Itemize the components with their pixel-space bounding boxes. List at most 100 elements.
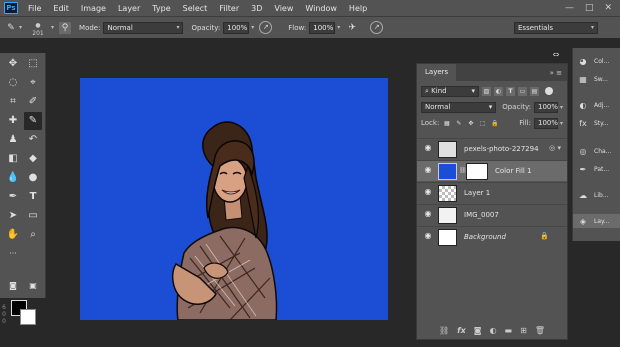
- dock-styles[interactable]: fx Sty...: [573, 116, 620, 130]
- panel-menu-icon[interactable]: » ≡: [550, 69, 567, 77]
- screen-mode-icon[interactable]: ▣: [24, 277, 42, 295]
- eraser-tool-icon[interactable]: ◧: [4, 150, 22, 168]
- new-group-icon[interactable]: ▬: [505, 326, 513, 335]
- swap-colors-icon[interactable]: [2, 184, 14, 196]
- mode-select[interactable]: Normal ▾: [103, 21, 184, 34]
- new-layer-icon[interactable]: ⊞: [520, 326, 527, 335]
- fx-icon[interactable]: fx: [457, 326, 466, 335]
- menu-filter[interactable]: Filter: [213, 4, 245, 13]
- brush-panel-toggle-icon[interactable]: ⚲: [59, 21, 72, 34]
- type-tool-icon[interactable]: T: [24, 188, 42, 206]
- new-adjustment-icon[interactable]: ◐: [490, 326, 497, 335]
- brush-tool-icon[interactable]: ✎: [24, 112, 42, 130]
- lasso-tool-icon[interactable]: ◌: [4, 74, 22, 92]
- layer-mask-thumbnail[interactable]: [466, 163, 488, 180]
- marquee-tool-icon[interactable]: ⬚: [24, 55, 42, 73]
- opacity-caret-icon[interactable]: ▾: [560, 104, 563, 111]
- menu-help[interactable]: Help: [343, 4, 373, 13]
- clone-stamp-tool-icon[interactable]: ♟: [4, 131, 22, 149]
- layer-row-layer1[interactable]: ◉ Layer 1: [417, 182, 567, 203]
- brush-tool-icon[interactable]: ✎: [5, 22, 17, 34]
- eye-icon[interactable]: ◉: [423, 209, 433, 219]
- menu-3d[interactable]: 3D: [245, 4, 268, 13]
- hand-tool-icon[interactable]: ✋: [4, 226, 22, 244]
- airbrush-icon[interactable]: ✈: [346, 22, 358, 34]
- filter-adjustment-icon[interactable]: ◐: [494, 86, 503, 96]
- eye-icon[interactable]: ◉: [423, 187, 433, 197]
- tab-layers[interactable]: Layers: [417, 64, 457, 81]
- collapse-strip[interactable]: ⇔: [544, 48, 568, 62]
- layer-row-img0007[interactable]: ◉ IMG_0007: [417, 204, 567, 225]
- menu-edit[interactable]: Edit: [47, 4, 75, 13]
- dock-swatches[interactable]: ▦ Sw...: [573, 72, 620, 86]
- opacity-field[interactable]: 100%: [223, 21, 250, 34]
- lock-artboard-icon[interactable]: ⬚: [478, 119, 487, 128]
- eye-icon[interactable]: ◉: [423, 231, 433, 241]
- flow-slider-caret-icon[interactable]: ▾: [337, 24, 340, 31]
- menu-image[interactable]: Image: [75, 4, 112, 13]
- close-button[interactable]: ✕: [604, 3, 612, 13]
- filter-toggle-icon[interactable]: [545, 87, 553, 95]
- tool-preset-caret-icon[interactable]: ▾: [19, 24, 22, 31]
- maximize-button[interactable]: □: [585, 3, 594, 13]
- filter-type-icon[interactable]: T: [506, 86, 515, 96]
- move-tool-icon[interactable]: ✥: [4, 55, 22, 73]
- layer-row-pexels[interactable]: ◉ pexels-photo-227294 ◎ ▾: [417, 138, 567, 159]
- dock-channels[interactable]: ◎ Cha...: [573, 144, 620, 158]
- minimize-button[interactable]: —: [565, 3, 574, 13]
- lock-all-icon[interactable]: 🔒: [490, 119, 499, 128]
- brush-preset-caret-icon[interactable]: ▾: [51, 24, 54, 31]
- brush-preset-picker[interactable]: ● 201: [27, 22, 49, 37]
- add-mask-icon[interactable]: ◙: [474, 326, 482, 335]
- dock-paths[interactable]: ✒ Pat...: [573, 162, 620, 176]
- menu-window[interactable]: Window: [299, 4, 343, 13]
- opacity-slider-caret-icon[interactable]: ▾: [251, 24, 254, 31]
- filter-smart-object-icon[interactable]: ▤: [530, 86, 539, 96]
- crop-tool-icon[interactable]: ⌗: [4, 93, 22, 111]
- canvas[interactable]: [80, 78, 388, 320]
- layer-effects-icon[interactable]: ◎ ▾: [549, 144, 561, 152]
- lock-image-icon[interactable]: ✎: [454, 119, 463, 128]
- dock-layers[interactable]: ◈ Lay...: [573, 214, 620, 228]
- eye-icon[interactable]: ◉: [423, 165, 433, 175]
- color-fill-swatch[interactable]: [438, 163, 457, 180]
- zoom-tool-icon[interactable]: ⌕: [24, 226, 42, 244]
- path-selection-tool-icon[interactable]: ➤: [4, 207, 22, 225]
- quick-mask-icon[interactable]: ◙: [4, 277, 22, 295]
- quick-select-tool-icon[interactable]: ⌖: [24, 74, 42, 92]
- layer-row-background[interactable]: ◉ Background 🔒: [417, 226, 567, 247]
- healing-brush-tool-icon[interactable]: ✚: [4, 112, 22, 130]
- dodge-tool-icon[interactable]: ●: [24, 169, 42, 187]
- filter-kind-select[interactable]: ⌕ Kind ▾: [421, 85, 479, 97]
- trash-icon[interactable]: 🗑: [535, 326, 545, 335]
- paint-bucket-tool-icon[interactable]: ◆: [24, 150, 42, 168]
- menu-view[interactable]: View: [268, 4, 299, 13]
- link-layers-icon[interactable]: ⛓: [439, 326, 449, 335]
- menu-select[interactable]: Select: [177, 4, 214, 13]
- pressure-size-icon[interactable]: ↗: [370, 21, 384, 34]
- dock-libraries[interactable]: ☁ Lib...: [573, 188, 620, 202]
- workspace-select[interactable]: Essentials ▾: [514, 21, 598, 34]
- lock-position-icon[interactable]: ✥: [466, 119, 475, 128]
- fill-field[interactable]: 100%: [533, 117, 558, 129]
- layer-row-color-fill[interactable]: ◉ ⛓ Color Fill 1: [417, 160, 567, 181]
- filter-shape-icon[interactable]: ▭: [518, 86, 527, 96]
- menu-type[interactable]: Type: [146, 4, 176, 13]
- flow-field[interactable]: 100%: [309, 21, 336, 34]
- lock-transparent-icon[interactable]: ▦: [442, 119, 451, 128]
- background-color-swatch[interactable]: [20, 309, 36, 325]
- menu-layer[interactable]: Layer: [112, 4, 146, 13]
- pressure-opacity-icon[interactable]: ↗: [259, 21, 273, 34]
- blend-mode-select[interactable]: Normal ▾: [421, 101, 497, 113]
- eye-icon[interactable]: ◉: [423, 143, 433, 153]
- layer-opacity-field[interactable]: 100%: [533, 101, 558, 113]
- dock-adjustments[interactable]: ◐ Adj...: [573, 98, 620, 112]
- dock-color[interactable]: ◕ Col...: [573, 54, 620, 68]
- fill-caret-icon[interactable]: ▾: [560, 120, 563, 127]
- eyedropper-tool-icon[interactable]: ✐: [24, 93, 42, 111]
- more-tools-icon[interactable]: ···: [4, 245, 22, 263]
- rectangle-tool-icon[interactable]: ▭: [24, 207, 42, 225]
- history-brush-tool-icon[interactable]: ↶: [24, 131, 42, 149]
- filter-pixel-icon[interactable]: ▨: [482, 86, 491, 96]
- menu-file[interactable]: File: [22, 4, 47, 13]
